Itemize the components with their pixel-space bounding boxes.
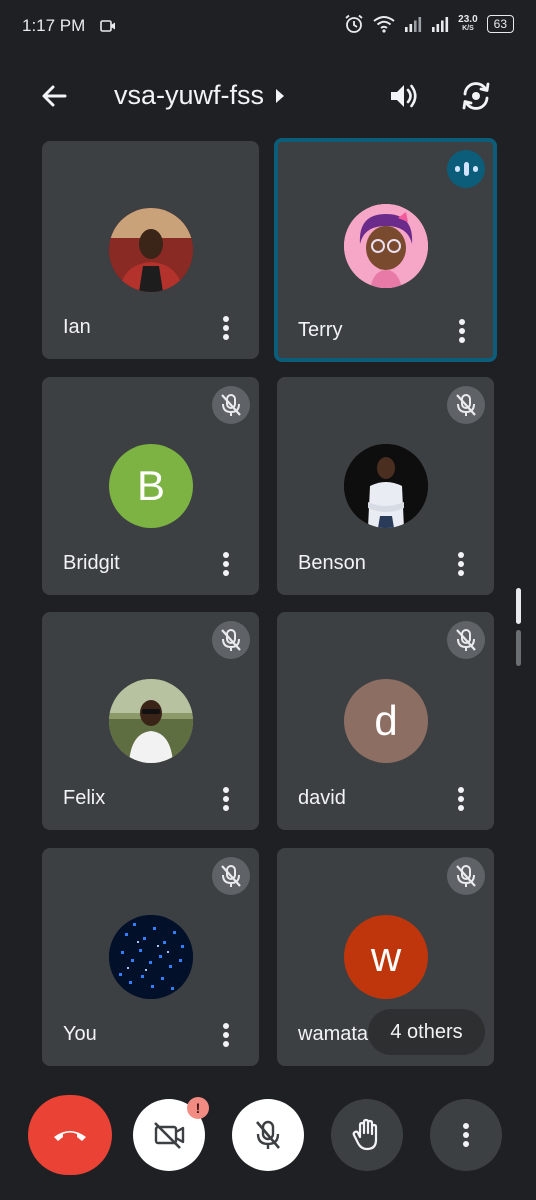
mic-off-icon <box>212 857 250 895</box>
mic-off-icon <box>256 1120 280 1149</box>
network-speed: 23.0 K/S <box>458 14 478 33</box>
participant-more-button[interactable] <box>211 313 241 343</box>
camera-off-icon <box>154 1122 185 1149</box>
participant-more-button[interactable] <box>447 316 477 346</box>
raise-hand-icon <box>352 1118 378 1151</box>
switch-camera-button[interactable] <box>456 76 496 116</box>
volume-icon <box>391 84 417 108</box>
participant-tile-ian[interactable]: Ian <box>42 141 259 359</box>
participant-tile-terry[interactable]: Terry <box>274 138 497 362</box>
arrow-back-icon <box>42 85 67 107</box>
participant-more-button[interactable] <box>211 549 241 579</box>
wifi-icon <box>373 16 395 33</box>
meeting-code: vsa-yuwf-fss <box>114 80 265 110</box>
avatar-ian <box>109 208 193 292</box>
participant-name: Ian <box>63 316 91 338</box>
more-vert-icon <box>223 552 229 576</box>
participant-name: You <box>63 1023 97 1045</box>
avatar-you <box>109 915 193 999</box>
avatar-benson <box>344 444 428 528</box>
mic-off-icon <box>447 386 485 424</box>
more-vert-icon <box>223 1023 229 1047</box>
profile-photo-you <box>109 915 193 999</box>
profile-photo-ian <box>109 208 193 292</box>
profile-photo-benson <box>344 444 428 528</box>
status-time: 1:17 PM <box>22 16 86 35</box>
participant-tile-felix[interactable]: Felix <box>42 612 259 830</box>
end-call-icon <box>54 1131 86 1141</box>
camera-toggle-button[interactable]: ! <box>133 1097 209 1171</box>
call-controls: ! <box>0 1095 536 1175</box>
participant-name: wamata <box>298 1023 369 1045</box>
more-vert-icon <box>223 787 229 811</box>
avatar-wamata: w <box>344 915 428 999</box>
signal-icon <box>405 17 422 32</box>
battery-indicator: 63 <box>486 15 514 33</box>
participant-more-button[interactable] <box>446 784 476 814</box>
participant-more-button[interactable] <box>211 784 241 814</box>
participant-name: david <box>298 787 346 809</box>
participant-name: Felix <box>63 787 106 809</box>
audio-output-button[interactable] <box>384 76 424 116</box>
status-bar: 1:17 PM 23.0 K/S 63 <box>0 0 536 56</box>
others-chip[interactable]: 4 others <box>368 1009 485 1055</box>
participant-name: Benson <box>298 552 366 574</box>
meeting-title[interactable]: vsa-yuwf-fss <box>114 80 286 111</box>
avatar-felix <box>109 679 193 763</box>
meeting-header: vsa-yuwf-fss <box>0 66 536 126</box>
switch-camera-icon <box>462 82 490 110</box>
raise-hand-button[interactable] <box>331 1099 403 1171</box>
mic-toggle-button[interactable] <box>232 1099 304 1171</box>
participant-tile-benson[interactable]: Benson <box>277 377 494 595</box>
scrollbar-track <box>516 630 521 666</box>
back-button[interactable] <box>36 78 72 114</box>
avatar-terry <box>344 204 428 288</box>
signal-icon-2 <box>432 17 449 32</box>
participant-tile-david[interactable]: d david <box>277 612 494 830</box>
profile-photo-felix <box>109 679 193 763</box>
chevron-right-icon <box>276 88 285 103</box>
mic-off-icon <box>447 857 485 895</box>
more-vert-icon <box>459 319 465 343</box>
more-vert-icon <box>223 316 229 340</box>
participant-more-button[interactable] <box>211 1020 241 1050</box>
speaking-indicator-icon <box>447 150 485 188</box>
more-vert-icon <box>458 787 464 811</box>
screen-record-icon <box>100 20 115 32</box>
mic-off-icon <box>212 621 250 659</box>
end-call-button[interactable] <box>28 1095 112 1175</box>
alarm-icon <box>345 14 363 33</box>
mic-off-icon <box>212 386 250 424</box>
more-vert-icon <box>458 552 464 576</box>
more-options-button[interactable] <box>430 1099 502 1171</box>
status-icons: 23.0 K/S 63 <box>344 14 514 34</box>
profile-photo-terry <box>344 204 428 288</box>
participant-tile-you[interactable]: You <box>42 848 259 1066</box>
more-options-icon <box>463 1123 469 1147</box>
participant-name: Terry <box>298 319 343 341</box>
participant-name: Bridgit <box>63 552 120 574</box>
mic-off-icon <box>447 621 485 659</box>
camera-alert-badge: ! <box>187 1097 209 1119</box>
participant-tile-bridgit[interactable]: B Bridgit <box>42 377 259 595</box>
avatar-bridgit: B <box>109 444 193 528</box>
avatar-david: d <box>344 679 428 763</box>
scrollbar-thumb[interactable] <box>516 588 521 624</box>
participant-more-button[interactable] <box>446 549 476 579</box>
